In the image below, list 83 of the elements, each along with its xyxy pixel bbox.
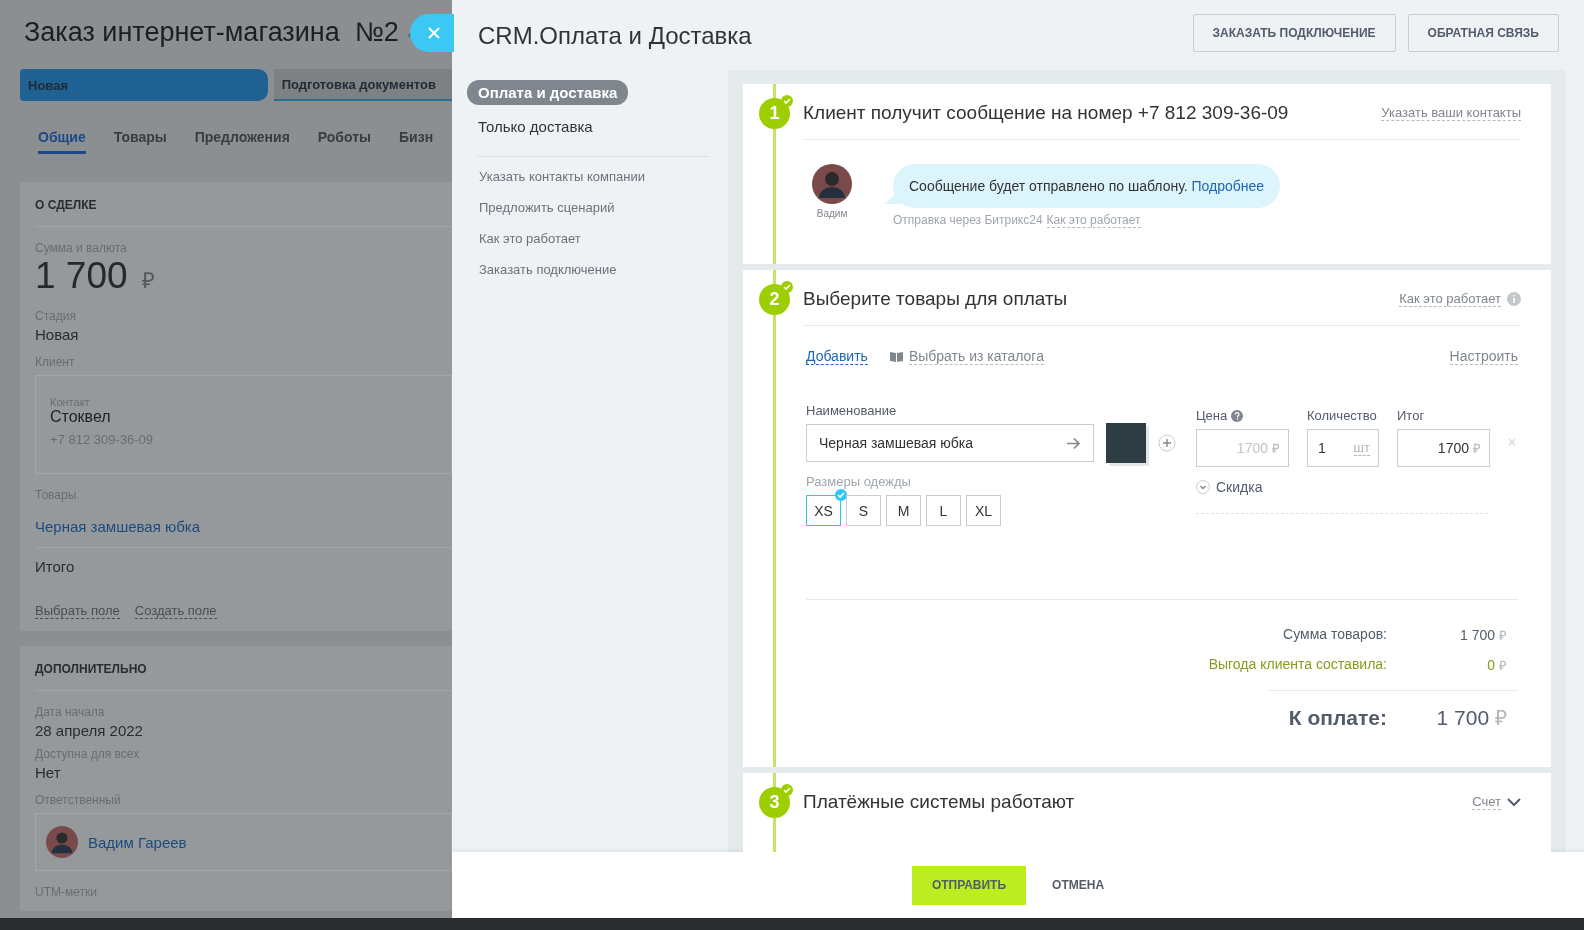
due-amount: 1 700 ₽ <box>1435 705 1507 731</box>
book-icon <box>889 351 903 362</box>
product-name-field[interactable]: Черная замшевая юбка <box>806 424 1094 462</box>
arrow-right-icon <box>1066 436 1081 450</box>
contacts-link[interactable]: Указать ваши контакты <box>1381 104 1521 121</box>
details-link[interactable]: Подробнее <box>1191 178 1265 194</box>
check-icon <box>835 489 847 501</box>
send-note: Отправка через Битрикс24 <box>893 213 1043 228</box>
section-heading: ДОПОЛНИТЕЛЬНО <box>35 660 452 691</box>
step-title: Клиент получит сообщение на номер +7 812 309-36-09 <box>803 101 1289 124</box>
field-label: Цена <box>1196 408 1289 423</box>
responsible-name[interactable]: Вадим Гареев <box>88 833 187 851</box>
check-icon <box>781 95 793 107</box>
chevron-down-icon[interactable] <box>1507 797 1521 807</box>
amount-value: 1 700 <box>35 255 128 297</box>
step-title: Выберите товары для оплаты <box>803 287 1068 310</box>
step-number: 3 <box>759 787 790 818</box>
quantity-field[interactable]: 1 шт <box>1307 429 1379 467</box>
size-option[interactable]: XL <box>966 495 1001 526</box>
field-label: Итог <box>1397 408 1426 423</box>
size-option[interactable]: L <box>926 495 961 526</box>
nav-link[interactable]: Предложить сценарий <box>467 200 710 231</box>
check-icon <box>781 784 793 796</box>
invoice-link[interactable]: Счет <box>1472 794 1501 810</box>
field-link[interactable]: Создать поле <box>134 603 217 619</box>
size-option[interactable]: S <box>846 495 881 526</box>
page-title: Заказ интернет-магазина №2 <box>24 16 399 48</box>
header-button[interactable]: ЗАКАЗАТЬ ПОДКЛЮЧЕНИЕ <box>1192 14 1396 52</box>
step-number: 2 <box>759 284 790 315</box>
summary-label: Выгода клиента составила: <box>1208 656 1387 674</box>
nav-link[interactable]: Заказать подключение <box>467 262 710 293</box>
nav-link[interactable]: Указать контакты компании <box>467 169 710 200</box>
summary-label: Сумма товаров: <box>1282 626 1387 644</box>
field-label: Количество <box>1307 408 1378 423</box>
tab[interactable]: Товары <box>113 129 167 154</box>
discount-toggle[interactable]: Скидка <box>1196 479 1488 514</box>
tab[interactable]: Бизн <box>399 129 434 154</box>
how-it-works-link[interactable]: Как это работает <box>1046 213 1141 228</box>
send-button[interactable]: ОТПРАВИТЬ <box>911 865 1027 905</box>
due-label: К оплате: <box>1288 706 1387 730</box>
currency-sign: ₽ <box>141 267 155 294</box>
size-option[interactable]: M <box>886 495 921 526</box>
panel-title: CRM.Оплата и Доставка <box>478 21 753 50</box>
field-value: Нет <box>35 764 62 781</box>
photo-placeholder <box>1106 423 1146 463</box>
field-label: Наименование <box>806 403 898 418</box>
nav-item[interactable]: Только доставка <box>467 114 604 139</box>
size-option[interactable]: XS <box>806 495 841 526</box>
tab[interactable]: Роботы <box>317 129 372 154</box>
avatar-icon <box>46 826 78 858</box>
field-value: 28 апреля 2022 <box>35 722 144 739</box>
nav-link[interactable]: Как это работает <box>467 231 710 262</box>
avatar-icon <box>812 164 852 204</box>
close-button[interactable] <box>410 14 454 52</box>
section-heading: О СДЕЛКЕ <box>35 196 452 227</box>
field-value: Итого <box>35 558 76 575</box>
tab[interactable]: Предложения <box>194 129 290 154</box>
stage-step[interactable]: Подготовка документов <box>273 69 452 101</box>
tab[interactable]: Общие <box>38 129 86 154</box>
total-field[interactable]: 1700 ₽ <box>1397 429 1490 467</box>
catalog-link[interactable]: Выбрать из каталога <box>908 348 1044 365</box>
summary-value: 1 700 ₽ <box>1459 626 1507 644</box>
how-it-works-link[interactable]: Как это работает <box>1399 290 1501 307</box>
cancel-button[interactable]: ОТМЕНА <box>1032 865 1125 905</box>
configure-link[interactable]: Настроить <box>1449 348 1518 365</box>
field-link[interactable]: Выбрать поле <box>35 603 120 619</box>
close-icon <box>428 27 440 39</box>
help-icon <box>1231 409 1244 422</box>
plus-icon[interactable] <box>1158 434 1176 452</box>
check-icon <box>781 281 793 293</box>
field-label: Размеры одежды <box>806 474 912 489</box>
sender-name: Вадим <box>816 208 848 219</box>
step-number: 1 <box>759 98 790 129</box>
header-button[interactable]: ОБРАТНАЯ СВЯЗЬ <box>1407 14 1559 52</box>
info-icon <box>1507 291 1521 306</box>
add-link[interactable]: Добавить <box>806 348 868 365</box>
contact-name[interactable]: Стоквел <box>50 408 437 426</box>
field-value: Новая <box>35 326 80 343</box>
chevron-down-icon <box>1196 480 1210 494</box>
step-title: Платёжные системы работают <box>803 791 1075 813</box>
product-link[interactable]: Черная замшевая юбка <box>35 502 452 548</box>
summary-value: 0 ₽ <box>1486 656 1507 674</box>
nav-item[interactable]: Оплата и доставка <box>467 80 629 105</box>
